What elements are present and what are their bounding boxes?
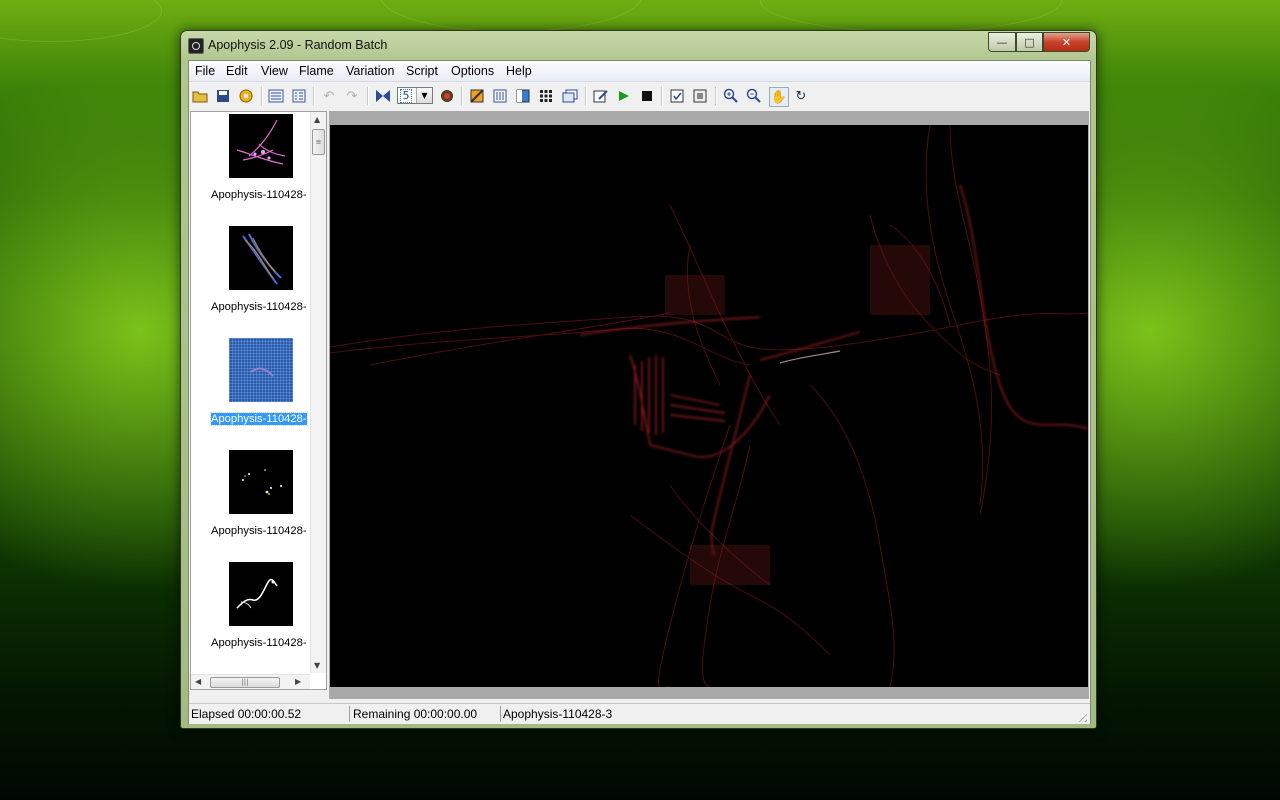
menu-view[interactable]: View bbox=[261, 64, 288, 78]
rotate-icon[interactable]: ↻ bbox=[792, 87, 810, 105]
adjust-icon[interactable] bbox=[468, 87, 486, 105]
random-batch-icon[interactable] bbox=[237, 87, 255, 105]
thumbnail-label: Apophysis-110428- bbox=[210, 412, 308, 426]
flame-preview-canvas[interactable] bbox=[330, 125, 1088, 687]
menu-variation[interactable]: Variation bbox=[346, 64, 394, 78]
remaining-time: Remaining 00:00:00.00 bbox=[353, 707, 478, 721]
chevron-down-icon[interactable]: ▼ bbox=[416, 88, 432, 103]
copy-icon[interactable] bbox=[561, 87, 579, 105]
flame-name: Apophysis-110428-3 bbox=[503, 707, 613, 721]
thumbnail-image[interactable] bbox=[229, 226, 293, 290]
zoom-in-icon[interactable] bbox=[722, 87, 740, 105]
menu-help[interactable]: Help bbox=[506, 64, 532, 78]
thumbnail-list[interactable]: Apophysis-110428- Apophysis-110428- Apop… bbox=[190, 111, 327, 690]
thumbnail-label: Apophysis-110428- bbox=[211, 301, 307, 313]
thumbnail-label: Apophysis-110428- bbox=[211, 189, 307, 201]
resize-grip-icon[interactable] bbox=[1075, 710, 1087, 722]
status-bar: Elapsed 00:00:00.52 Remaining 00:00:00.0… bbox=[189, 703, 1090, 724]
edit-gradient-icon[interactable] bbox=[438, 87, 456, 105]
scroll-up-icon[interactable]: ▲ bbox=[314, 115, 320, 124]
options-icon[interactable] bbox=[668, 87, 686, 105]
grid-icon[interactable] bbox=[537, 87, 555, 105]
thumbnail-image[interactable] bbox=[229, 562, 293, 626]
scroll-right-icon[interactable]: ▶ bbox=[295, 677, 301, 686]
menu-bar: File Edit View Flame Variation Script Op… bbox=[189, 61, 1090, 82]
list-small-icon[interactable] bbox=[290, 87, 308, 105]
minimize-button[interactable]: — bbox=[988, 32, 1016, 52]
minimize-icon: — bbox=[996, 35, 1008, 49]
undo-icon[interactable]: ↶ bbox=[320, 87, 338, 105]
open-icon[interactable] bbox=[191, 87, 209, 105]
title-bar[interactable]: Apophysis 2.09 - Random Batch — □ ✕ bbox=[181, 31, 1096, 60]
client-area: File Edit View Flame Variation Script Op… bbox=[188, 60, 1091, 724]
window-title: Apophysis 2.09 - Random Batch bbox=[208, 38, 388, 52]
thumbnail-image[interactable] bbox=[229, 450, 293, 514]
close-icon: ✕ bbox=[1061, 35, 1072, 49]
thumbnail-label: Apophysis-110428- bbox=[211, 637, 307, 649]
pan-hand-icon[interactable]: ✋ bbox=[769, 87, 789, 107]
horizontal-scrollbar[interactable]: ◀ ||| ▶ bbox=[191, 674, 310, 689]
thumbnail-label: Apophysis-110428- bbox=[211, 525, 307, 537]
save-icon[interactable] bbox=[214, 87, 232, 105]
menu-edit[interactable]: Edit bbox=[226, 64, 248, 78]
editor-icon[interactable] bbox=[491, 87, 509, 105]
thumbnail-image[interactable] bbox=[229, 114, 293, 178]
elapsed-time: Elapsed 00:00:00.52 bbox=[191, 707, 302, 721]
apophysis-app-icon[interactable] bbox=[188, 38, 204, 54]
menu-file[interactable]: File bbox=[195, 64, 215, 78]
stop-script-icon[interactable] bbox=[638, 87, 656, 105]
redo-icon[interactable]: ↷ bbox=[343, 87, 361, 105]
batch-size-select[interactable]: 5 ▼ bbox=[397, 87, 433, 104]
batch-size-value: 5 bbox=[400, 89, 412, 103]
list-item[interactable]: Apophysis-110428- bbox=[191, 114, 309, 226]
menu-script[interactable]: Script bbox=[406, 64, 438, 78]
edit-script-icon[interactable] bbox=[592, 87, 610, 105]
zoom-out-icon[interactable] bbox=[745, 87, 763, 105]
close-button[interactable]: ✕ bbox=[1043, 32, 1090, 52]
list-item[interactable]: Apophysis-110428- bbox=[191, 338, 309, 450]
horizontal-scroll-thumb[interactable]: ||| bbox=[210, 677, 280, 688]
menu-flame[interactable]: Flame bbox=[299, 64, 334, 78]
vertical-scrollbar[interactable]: ▲ ≡ ▼ bbox=[310, 112, 326, 673]
menu-options[interactable]: Options bbox=[451, 64, 494, 78]
maximize-icon: □ bbox=[1024, 35, 1035, 49]
maximize-button[interactable]: □ bbox=[1016, 32, 1043, 52]
scroll-left-icon[interactable]: ◀ bbox=[195, 677, 201, 686]
list-large-icon[interactable] bbox=[267, 87, 285, 105]
list-item[interactable]: Apophysis-110428- bbox=[191, 450, 309, 562]
list-item[interactable]: Apophysis-110428- bbox=[191, 562, 309, 673]
toolbar: ↶ ↷ 5 ▼ ✋ ↻ bbox=[189, 82, 1090, 110]
vertical-scroll-thumb[interactable]: ≡ bbox=[312, 129, 325, 155]
app-window: Apophysis 2.09 - Random Batch — □ ✕ File… bbox=[180, 30, 1097, 729]
list-item[interactable]: Apophysis-110428- bbox=[191, 226, 309, 338]
preview-panel bbox=[329, 111, 1089, 699]
run-script-icon[interactable] bbox=[615, 87, 633, 105]
gradient-icon[interactable] bbox=[514, 87, 532, 105]
thumbnail-image[interactable] bbox=[229, 338, 293, 402]
fullscreen-icon[interactable] bbox=[691, 87, 709, 105]
mutate-icon[interactable] bbox=[374, 87, 392, 105]
scroll-down-icon[interactable]: ▼ bbox=[314, 661, 320, 670]
